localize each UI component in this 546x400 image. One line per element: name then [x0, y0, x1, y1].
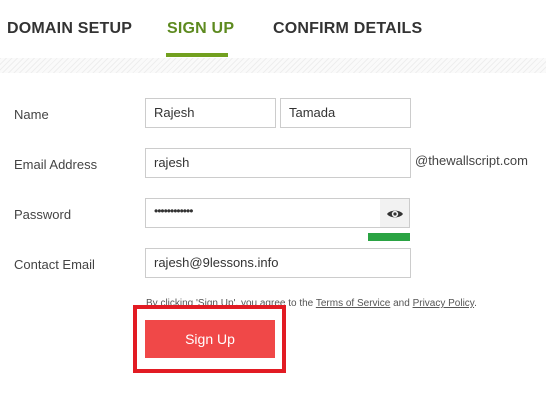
email-input[interactable]: rajesh	[145, 148, 411, 178]
email-value: rajesh	[154, 155, 190, 170]
password-label: Password	[14, 207, 72, 222]
contact-email-input[interactable]: rajesh@9lessons.info	[145, 248, 411, 278]
first-name-value: Rajesh	[154, 105, 195, 120]
active-tab-underline	[166, 53, 228, 57]
sign-up-button[interactable]: Sign Up	[145, 320, 275, 358]
email-domain-suffix: @thewallscript.com	[415, 153, 528, 168]
terms-notice: By clicking 'Sign Up', you agree to the …	[146, 298, 477, 309]
eye-icon	[387, 210, 403, 218]
contact-email-value: rajesh@9lessons.info	[154, 255, 279, 270]
password-input[interactable]: ••••••••••••	[145, 198, 381, 228]
password-strength-bar	[368, 233, 410, 241]
show-password-button[interactable]	[380, 198, 410, 228]
last-name-input[interactable]: Tamada	[280, 98, 411, 128]
signup-page: DOMAIN SETUP SIGN UP CONFIRM DETAILS Nam…	[0, 0, 546, 400]
tab-sign-up[interactable]: SIGN UP	[167, 20, 234, 38]
terms-of-service-link[interactable]: Terms of Service	[316, 298, 390, 309]
divider-band	[0, 58, 546, 73]
last-name-value: Tamada	[289, 105, 336, 120]
terms-suffix: .	[474, 298, 477, 309]
password-value: ••••••••••••	[154, 204, 193, 218]
email-label: Email Address	[14, 157, 98, 172]
first-name-input[interactable]: Rajesh	[145, 98, 276, 128]
step-tabs: DOMAIN SETUP SIGN UP CONFIRM DETAILS	[0, 0, 546, 58]
terms-and: and	[390, 298, 413, 309]
contact-email-label: Contact Email	[14, 257, 95, 272]
tab-confirm-details[interactable]: CONFIRM DETAILS	[273, 20, 422, 38]
name-label: Name	[14, 107, 49, 122]
terms-prefix: By clicking 'Sign Up', you agree to the	[146, 298, 316, 309]
tab-domain-setup[interactable]: DOMAIN SETUP	[7, 20, 132, 38]
privacy-policy-link[interactable]: Privacy Policy	[413, 298, 475, 309]
